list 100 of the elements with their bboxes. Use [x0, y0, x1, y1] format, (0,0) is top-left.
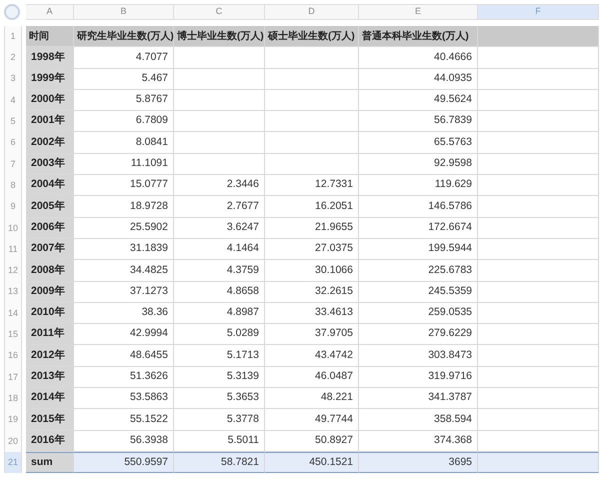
table-cell: 58.7821	[174, 452, 265, 474]
column-header[interactable]: D	[265, 4, 359, 20]
row-label: 2003年	[26, 154, 74, 176]
table-cell: 199.5944	[359, 238, 478, 260]
table-cell: 12.7331	[265, 175, 359, 196]
table-cell: 46.0487	[265, 366, 359, 388]
table-cell: 18.9728	[74, 196, 174, 218]
column-header[interactable]: B	[74, 4, 174, 20]
table-cell: 44.0935	[359, 68, 478, 90]
column-title: 硕士毕业生数(万人)	[265, 26, 359, 48]
column-title: 普通本科毕业生数(万人)	[359, 26, 478, 48]
table-cell: 92.9598	[359, 154, 478, 176]
table-cell: 5.3653	[174, 388, 265, 410]
row-label: sum	[26, 452, 74, 474]
row-number[interactable]: 5	[4, 111, 22, 132]
row-number[interactable]: 2	[4, 47, 22, 69]
table-cell: 32.2615	[265, 282, 359, 303]
row-label: 2012年	[26, 345, 74, 367]
row-label: 2005年	[26, 196, 74, 218]
table-cell: 146.5786	[359, 196, 478, 218]
row-label: 2010年	[26, 302, 74, 324]
table-cell: 49.5624	[359, 90, 478, 112]
row-number[interactable]: 9	[4, 196, 22, 218]
table-cell: 303.8473	[359, 345, 478, 367]
table-cell: 225.6783	[359, 260, 478, 282]
row-number[interactable]: 13	[4, 282, 22, 303]
row-number[interactable]: 7	[4, 154, 22, 176]
table-cell: 3695	[359, 452, 478, 474]
row-label: 2008年	[26, 260, 74, 282]
table-cell: 5.1713	[174, 345, 265, 367]
column-title: 研究生毕业生数(万人)	[74, 26, 174, 48]
table-cell: 53.5863	[74, 388, 174, 410]
row-number[interactable]: 3	[4, 68, 22, 90]
row-label: 2007年	[26, 238, 74, 260]
table-cell: 4.1464	[174, 238, 265, 260]
table-cell: 51.3626	[74, 366, 174, 388]
table-cell: 33.4613	[265, 302, 359, 324]
row-number[interactable]: 10	[4, 218, 22, 239]
table-cell: 21.9655	[265, 218, 359, 239]
table-cell: 48.6455	[74, 345, 174, 367]
table-cell: 3.6247	[174, 218, 265, 239]
row-number[interactable]: 15	[4, 324, 22, 346]
table-cell: 5.3139	[174, 366, 265, 388]
row-label: 2004年	[26, 175, 74, 196]
row-number[interactable]: 17	[4, 366, 22, 388]
row-number[interactable]: 11	[4, 238, 22, 260]
table-cell: 27.0375	[265, 238, 359, 260]
row-number[interactable]: 12	[4, 260, 22, 282]
row-number[interactable]: 16	[4, 345, 22, 367]
row-label: 2002年	[26, 132, 74, 154]
table-cell: 38.36	[74, 302, 174, 324]
row-label: 2006年	[26, 218, 74, 239]
table-cell: 11.1091	[74, 154, 174, 176]
table-cell: 48.221	[265, 388, 359, 410]
row-label: 2015年	[26, 409, 74, 431]
row-label: 2009年	[26, 282, 74, 303]
table-cell: 8.0841	[74, 132, 174, 154]
column-title: 时间	[26, 26, 74, 48]
row-number[interactable]: 21	[4, 452, 22, 474]
table-cell: 43.4742	[265, 345, 359, 367]
row-number[interactable]: 4	[4, 90, 22, 112]
table-cell: 30.1066	[265, 260, 359, 282]
table-cell: 5.0289	[174, 324, 265, 346]
table-cell: 2.3446	[174, 175, 265, 196]
row-number[interactable]: 14	[4, 302, 22, 324]
row-label: 2013年	[26, 366, 74, 388]
row-number[interactable]: 6	[4, 132, 22, 154]
table-cell: 42.9994	[74, 324, 174, 346]
select-all-icon[interactable]	[4, 4, 20, 20]
table-cell: 5.8767	[74, 90, 174, 112]
table-cell: 2.7677	[174, 196, 265, 218]
row-number[interactable]: 20	[4, 430, 22, 452]
table-cell: 279.6229	[359, 324, 478, 346]
table-cell: 319.9716	[359, 366, 478, 388]
table-cell: 550.9597	[74, 452, 174, 474]
row-number[interactable]: 18	[4, 388, 22, 410]
row-number[interactable]: 1	[4, 26, 22, 48]
row-number[interactable]: 19	[4, 409, 22, 431]
row-number[interactable]: 8	[4, 175, 22, 196]
table-cell: 358.594	[359, 409, 478, 431]
row-label: 2001年	[26, 111, 74, 132]
table-cell: 37.9705	[265, 324, 359, 346]
table-cell: 16.2051	[265, 196, 359, 218]
column-header[interactable]: A	[26, 4, 74, 20]
table-cell: 25.5902	[74, 218, 174, 239]
table-cell: 49.7744	[265, 409, 359, 431]
column-header[interactable]: E	[359, 4, 478, 20]
table-cell: 4.7077	[74, 47, 174, 69]
row-label: 2014年	[26, 388, 74, 410]
column-header[interactable]: F	[478, 4, 599, 20]
row-label: 1999年	[26, 68, 74, 90]
table-cell: 4.8987	[174, 302, 265, 324]
table-cell: 259.0535	[359, 302, 478, 324]
table-cell: 5.467	[74, 68, 174, 90]
row-label: 2016年	[26, 430, 74, 452]
table-cell: 56.7839	[359, 111, 478, 132]
table-cell: 40.4666	[359, 47, 478, 69]
column-header[interactable]: C	[174, 4, 265, 20]
table-cell: 245.5359	[359, 282, 478, 303]
table-cell: 4.3759	[174, 260, 265, 282]
